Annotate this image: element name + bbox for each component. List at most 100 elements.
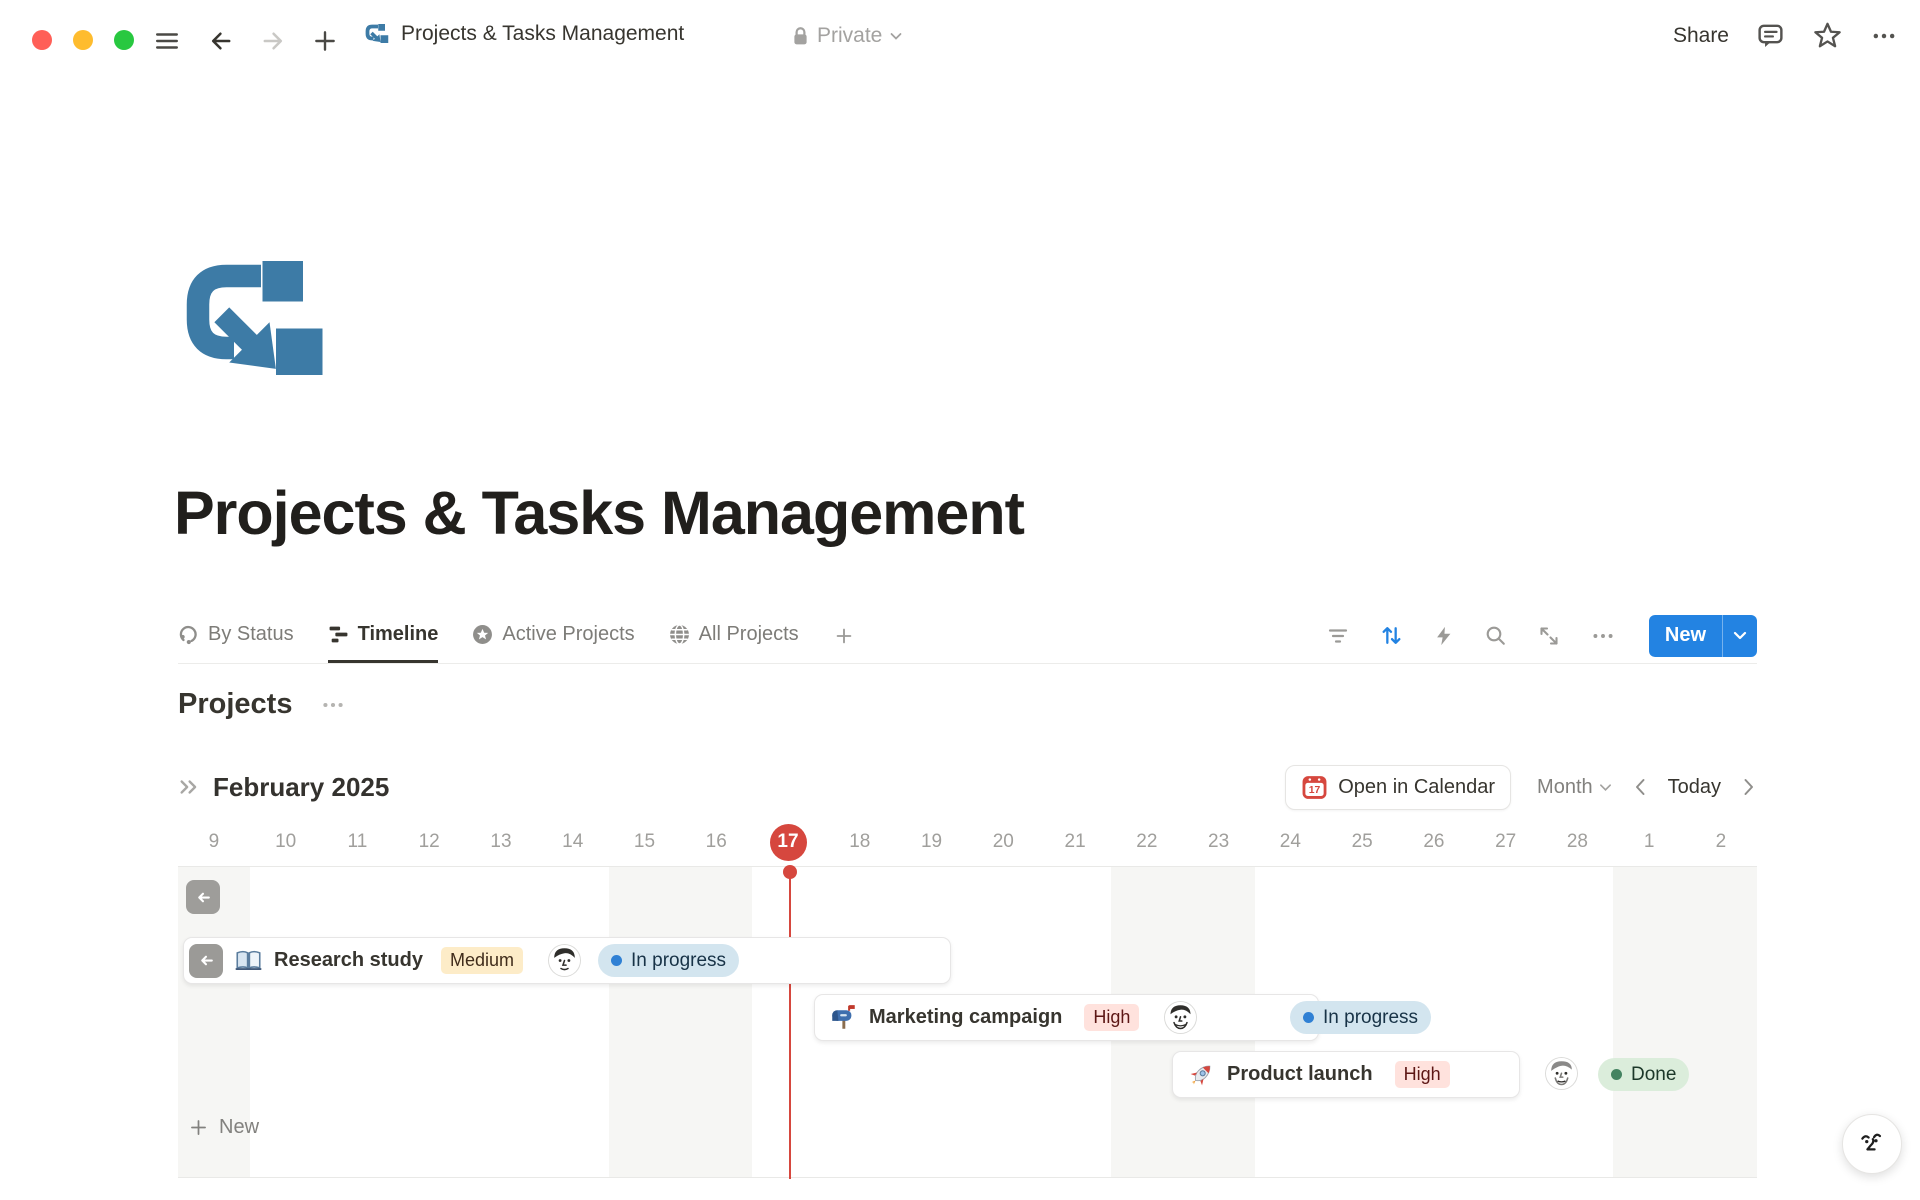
tab-timeline[interactable]: Timeline [328,608,439,663]
more-options-button[interactable] [1870,22,1898,50]
privacy-label: Private [817,24,882,48]
plus-icon [833,625,855,647]
day-cell: 9 [178,818,250,866]
tab-label: Active Projects [502,623,634,646]
close-window-button[interactable] [32,30,52,50]
page-title: Projects & Tasks Management [174,478,1024,548]
timeline-bar-marketing-campaign[interactable]: Marketing campaign High [814,994,1319,1041]
filter-icon [1326,624,1350,648]
search-view-button[interactable] [1484,624,1508,648]
timeline-prev-button[interactable] [1632,778,1648,796]
expand-view-button[interactable] [1537,624,1561,648]
timeline-period: February 2025 [178,772,389,803]
timeline-new-row-button[interactable]: New [188,1116,259,1139]
double-chevron-right-icon[interactable] [178,776,200,798]
page-logo-large-icon [176,258,328,390]
view-toolbar: New [1326,615,1757,657]
status-dot [611,955,622,966]
new-entry-button[interactable]: New [1649,615,1722,657]
share-button[interactable]: Share [1673,24,1729,48]
sort-icon [1379,623,1404,648]
open-in-calendar-button[interactable]: 17 Open in Calendar [1285,765,1511,810]
new-entry-dropdown-button[interactable] [1723,615,1757,657]
day-cell: 14 [537,818,609,866]
tab-by-status[interactable]: By Status [178,608,294,663]
privacy-dropdown[interactable]: Private [792,24,902,48]
timeline-next-button[interactable] [1741,778,1757,796]
status-label: In progress [631,950,726,972]
minimize-window-button[interactable] [73,30,93,50]
day-cell: 28 [1542,818,1614,866]
priority-tag: High [1395,1061,1450,1088]
automations-button[interactable] [1433,625,1455,647]
chevron-left-icon [1634,778,1646,796]
today-date-bubble: 17 [770,824,807,861]
day-cell: 23 [1183,818,1255,866]
sidebar-toggle-icon[interactable] [152,26,182,56]
bar-title: Marketing campaign [869,1006,1062,1029]
status-pill: In progress [1290,1001,1431,1034]
day-cell: 11 [322,818,394,866]
hamburger-icon [154,28,180,54]
day-cell: 25 [1326,818,1398,866]
weekend-shade [609,867,681,1177]
bar-title: Research study [274,949,423,972]
timeline-today-button[interactable]: Today [1668,776,1721,799]
window-controls [32,30,134,50]
day-cell: 17 [752,818,824,866]
timeline-bars-icon [328,624,349,645]
comments-button[interactable] [1756,21,1785,50]
day-cell: 16 [680,818,752,866]
today-marker-dot [783,865,797,879]
collection-options-icon[interactable] [320,692,346,718]
timeline-header: February 2025 17 Open in Calendar Month … [178,762,1757,812]
comment-icon [1756,21,1785,50]
view-options-button[interactable] [1590,623,1616,649]
filter-button[interactable] [1326,624,1350,648]
timeline-period-label: February 2025 [213,772,389,803]
back-arrow-icon [207,27,235,55]
tab-active-projects[interactable]: Active Projects [472,608,634,663]
timeline-grid: Research study Medium In progress [178,866,1757,1178]
tab-all-projects[interactable]: All Projects [669,608,799,663]
add-view-button[interactable] [833,625,855,647]
tab-label: All Projects [699,623,799,646]
back-button[interactable] [206,26,236,56]
chevron-down-icon [890,32,902,40]
page-icon[interactable] [176,258,328,390]
bar-scroll-left-button[interactable] [189,944,223,978]
calendar-icon: 17 [1301,774,1328,801]
weekend-shade [1613,867,1685,1177]
timeline-scale-dropdown[interactable]: Month [1537,776,1612,799]
day-cell: 18 [824,818,896,866]
priority-tag: Medium [441,947,523,974]
breadcrumb[interactable]: Projects & Tasks Management [364,22,684,46]
new-page-button[interactable] [310,26,340,56]
arrow-left-icon [195,889,212,906]
timeline-bar-research-study[interactable]: Research study Medium In progress [183,937,951,984]
assignee-avatar [549,945,580,976]
timeline-dates-row: 9101112131415161718192021222324252627281… [178,818,1757,866]
expand-icon [1537,624,1561,648]
timeline-bar-product-launch[interactable]: Product launch High [1172,1051,1520,1098]
day-cell: 10 [250,818,322,866]
assignee-avatar [1165,1002,1196,1033]
sort-button[interactable] [1379,623,1404,648]
bar-title: Product launch [1227,1063,1373,1086]
day-cell: 22 [1111,818,1183,866]
timeline-bar-overflow-left-button[interactable] [186,880,220,914]
assignee-avatar [1546,1058,1577,1089]
ellipsis-icon [1870,22,1898,50]
forward-button[interactable] [258,26,288,56]
fullscreen-window-button[interactable] [114,30,134,50]
day-cell: 26 [1398,818,1470,866]
status-pill: In progress [598,944,739,977]
status-label: Done [1631,1064,1676,1086]
notion-ai-button[interactable] [1842,1114,1902,1174]
priority-tag: High [1084,1004,1139,1031]
person-face-icon [1546,1058,1577,1089]
new-row-label: New [219,1116,259,1139]
forward-arrow-icon [259,27,287,55]
lightning-icon [1433,625,1455,647]
favorite-button[interactable] [1812,20,1843,51]
